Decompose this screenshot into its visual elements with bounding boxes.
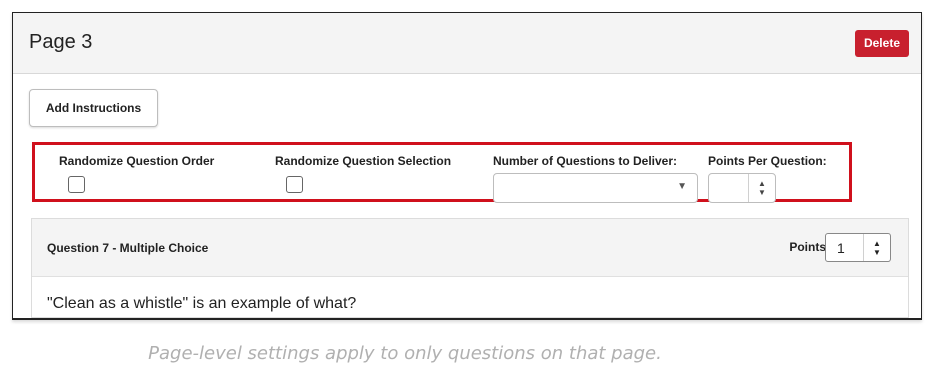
randomize-selection-checkbox[interactable] (286, 176, 303, 193)
up-down-arrows-icon[interactable]: ▲ ▼ (748, 174, 775, 202)
randomize-order-label: Randomize Question Order (59, 154, 215, 168)
points-per-question-setting: Points Per Question: ▲ ▼ (708, 154, 827, 203)
page-level-settings: Randomize Question Order Randomize Quest… (32, 142, 852, 203)
num-questions-label: Number of Questions to Deliver: (493, 154, 678, 168)
points-per-question-label: Points Per Question: (708, 154, 827, 168)
page-content: Add Instructions Randomize Question Orde… (13, 74, 921, 318)
randomize-order-setting: Randomize Question Order (59, 154, 215, 193)
points-per-question-stepper[interactable]: ▲ ▼ (708, 173, 776, 203)
num-questions-select[interactable]: ▼ (493, 173, 698, 203)
up-down-arrows-icon[interactable]: ▲ ▼ (863, 234, 890, 261)
question-card: Question 7 - Multiple Choice Points 1 ▲ ▼… (31, 218, 909, 318)
question-header: Question 7 - Multiple Choice Points 1 ▲ ▼ (32, 219, 908, 277)
figure-caption: Page-level settings apply to only questi… (148, 343, 662, 364)
question-title: Question 7 - Multiple Choice (47, 241, 209, 255)
randomize-selection-label: Randomize Question Selection (275, 154, 452, 168)
num-questions-setting: Number of Questions to Deliver: ▼ (493, 154, 698, 203)
page-header: Page 3 Delete (13, 13, 921, 74)
randomize-selection-setting: Randomize Question Selection (275, 154, 452, 193)
points-value[interactable]: 1 (837, 240, 845, 256)
question-text: "Clean as a whistle" is an example of wh… (47, 295, 357, 312)
figure: Page 3 Delete Add Instructions Randomize… (0, 0, 928, 383)
delete-page-button[interactable]: Delete (854, 30, 909, 57)
points-label: Points (789, 240, 826, 254)
quiz-editor-screenshot: Page 3 Delete Add Instructions Randomize… (12, 12, 922, 320)
chevron-down-icon: ▼ (677, 181, 687, 192)
add-instructions-button[interactable]: Add Instructions (29, 89, 158, 127)
points-stepper[interactable]: 1 ▲ ▼ (825, 233, 891, 262)
page-title: Page 3 (29, 31, 93, 53)
randomize-order-checkbox[interactable] (68, 176, 85, 193)
